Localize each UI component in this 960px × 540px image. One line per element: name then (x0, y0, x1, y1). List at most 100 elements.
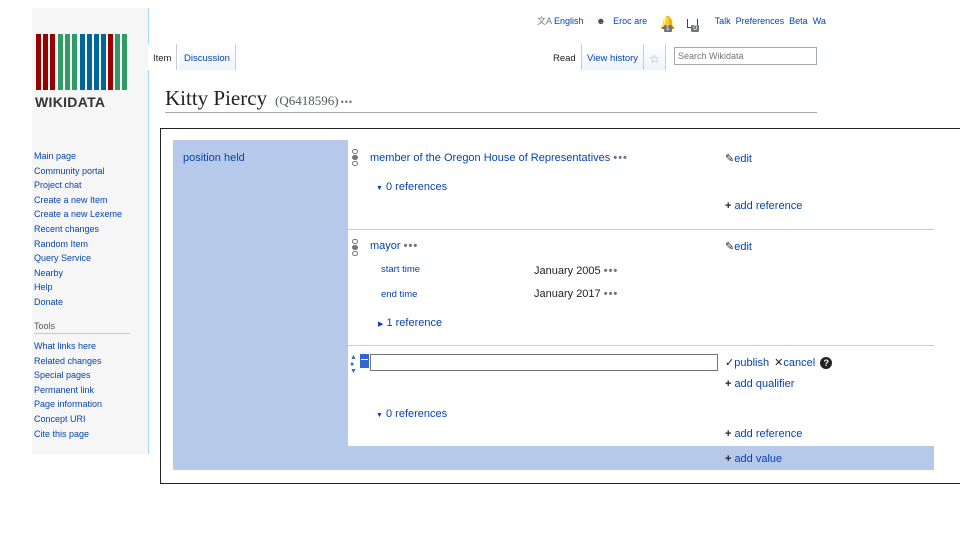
qualifier-property[interactable]: start time (381, 264, 420, 275)
sidebar-link[interactable]: Query Service (34, 251, 122, 266)
sidebar-link[interactable]: Project chat (34, 178, 122, 193)
more-dots-icon[interactable]: ••• (404, 240, 419, 252)
statement-value: mayor ••• (370, 240, 419, 252)
help-icon[interactable]: ? (820, 357, 833, 369)
edit-button[interactable]: ✎edit (725, 240, 752, 253)
tools-link[interactable]: Concept URI (34, 412, 102, 427)
cancel-button[interactable]: cancel (783, 357, 815, 369)
add-qualifier-button[interactable]: + add qualifier (725, 378, 794, 390)
item-id: (Q6418596) (275, 93, 339, 108)
publish-cancel-toolbar: ✓publish ✕cancel ? (725, 356, 833, 369)
publish-button[interactable]: publish (734, 357, 769, 369)
chevron-down-icon: ▼ (376, 185, 383, 192)
tools-navigation: What links here Related changes Special pa… (34, 339, 102, 441)
tools-link[interactable]: Cite this page (34, 427, 102, 442)
personal-link[interactable]: Preferences (736, 16, 785, 26)
new-statement-editor: ▲ ● ▼ ✓publish ✕cancel ? + add qualifier ▼ … (348, 346, 934, 446)
page-title: Kitty Piercy (Q6418596) ••• (165, 86, 353, 111)
personal-link[interactable]: Wa (813, 16, 826, 26)
add-value-button[interactable]: + add value (725, 453, 782, 465)
main-navigation: Main page Community portal Project chat Cre… (34, 149, 122, 310)
logo-bar (72, 34, 77, 90)
item-label: Kitty Piercy (165, 86, 268, 110)
logo-bar (50, 34, 55, 90)
references-toggle[interactable]: ▼ 0 references (376, 181, 447, 193)
tools-link[interactable]: Special pages (34, 368, 102, 383)
logo-bar (122, 34, 127, 90)
tools-link[interactable]: Permanent link (34, 383, 102, 398)
title-divider (165, 112, 817, 113)
qualifier-value: January 2017 ••• (534, 288, 619, 300)
qualifier-property[interactable]: end time (381, 289, 417, 300)
personal-link[interactable]: Talk (715, 16, 731, 26)
property-label[interactable]: position held (183, 152, 245, 164)
rank-selector-icon[interactable]: ▲ ● ▼ (350, 354, 357, 375)
messages-button[interactable]: 0 (687, 15, 701, 32)
add-reference-button[interactable]: + add reference (725, 200, 802, 212)
sidebar-link[interactable]: Donate (34, 295, 122, 310)
cross-icon: ✕ (774, 357, 784, 369)
sidebar-link[interactable]: Create a new Item (34, 193, 122, 208)
logo-bar (43, 34, 48, 90)
sidebar-link[interactable]: Help (34, 280, 122, 295)
edit-button[interactable]: ✎edit (725, 152, 752, 165)
rank-selector-icon[interactable] (352, 149, 358, 167)
more-dots-icon[interactable]: ••• (341, 97, 353, 107)
logo-bar (65, 34, 70, 90)
tools-heading: Tools (34, 321, 130, 334)
sidebar-link[interactable]: Recent changes (34, 222, 122, 237)
more-dots-icon[interactable]: ••• (604, 265, 619, 277)
wikidata-logo[interactable]: WIKIDATA (32, 32, 132, 116)
tools-link[interactable]: Page information (34, 397, 102, 412)
logo-bar (87, 34, 92, 90)
sidebar-link[interactable]: Community portal (34, 164, 122, 179)
tab-view-history[interactable]: View history (582, 44, 645, 70)
tools-link[interactable]: What links here (34, 339, 102, 354)
tab-read[interactable]: Read (548, 44, 582, 70)
plus-icon: + (725, 453, 732, 465)
qualifier-value: January 2005 ••• (534, 265, 619, 277)
property-input[interactable] (370, 354, 718, 371)
add-reference-button[interactable]: + add reference (725, 428, 802, 440)
pencil-icon: ✎ (725, 153, 735, 165)
logo-bar (108, 34, 113, 90)
sidebar-link[interactable]: Nearby (34, 266, 122, 281)
plus-icon: + (725, 200, 732, 212)
tab-discussion[interactable]: Discussion (179, 44, 236, 70)
barcode-icon (36, 34, 130, 90)
sidebar: WIKIDATA Main page Community portal Projec… (32, 8, 149, 454)
sidebar-link[interactable]: Random Item (34, 237, 122, 252)
more-dots-icon[interactable]: ••• (613, 152, 628, 164)
search-input[interactable] (674, 47, 817, 65)
references-toggle[interactable]: ▶ 1 reference (378, 317, 442, 329)
plus-icon: + (725, 378, 732, 390)
tools-link[interactable]: Related changes (34, 354, 102, 369)
logo-bar (101, 34, 106, 90)
statement: mayor ••• ✎edit start time January 2005 … (348, 230, 934, 346)
user-page-link[interactable]: ☻ Eroc are (596, 16, 652, 26)
pencil-icon: ✎ (725, 241, 735, 253)
rank-selector-icon[interactable] (352, 239, 358, 257)
more-dots-icon[interactable]: ••• (604, 288, 619, 300)
checkmark-icon: ✓ (725, 357, 735, 369)
translate-icon: 文A (537, 16, 553, 26)
watch-star-icon[interactable]: ☆ (644, 44, 666, 70)
language-selector[interactable]: 文A English (537, 16, 589, 26)
statement: member of the Oregon House of Representa… (348, 140, 934, 230)
logo-text: WIKIDATA (35, 94, 106, 110)
statement-value: member of the Oregon House of Representa… (370, 152, 628, 164)
logo-bar (94, 34, 99, 90)
logo-bar (58, 34, 63, 90)
notifications-button[interactable]: 🔔 1 (660, 15, 676, 32)
personal-link[interactable]: Beta (789, 16, 808, 26)
plus-icon: + (725, 428, 732, 440)
sidebar-link[interactable]: Create a new Lexeme (34, 207, 122, 222)
references-toggle[interactable]: ▼ 0 references (376, 408, 447, 420)
personal-links: Talk Preferences Beta Wa (715, 16, 831, 26)
snak-type-selector-icon[interactable] (360, 354, 369, 368)
tab-item[interactable]: Item (148, 44, 178, 70)
sidebar-link[interactable]: Main page (34, 149, 122, 164)
user-icon: ☻ (596, 16, 606, 26)
personal-toolbar: 文A English ☻ Eroc are 🔔 1 0 Talk Preference… (537, 14, 836, 32)
chevron-down-icon: ▼ (376, 412, 383, 419)
